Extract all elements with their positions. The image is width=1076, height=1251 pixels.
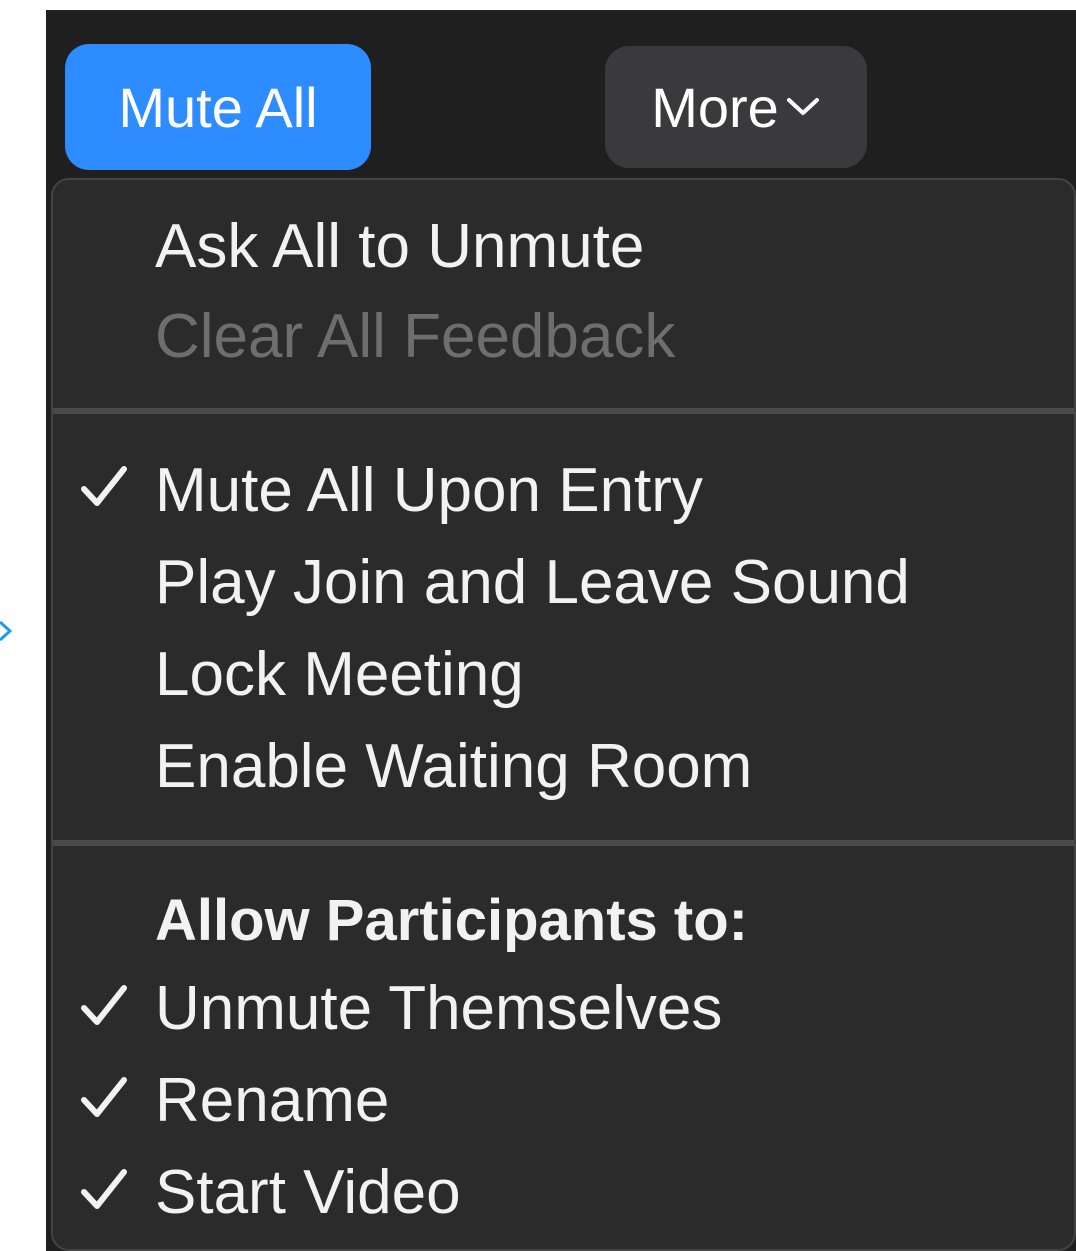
arrow-pointer-icon xyxy=(0,620,13,642)
menu-separator xyxy=(53,408,1074,414)
menu-item-rename[interactable]: Rename xyxy=(155,1070,389,1132)
checkmark-icon xyxy=(81,1169,127,1209)
allow-participants-header: Allow Participants to: xyxy=(155,888,748,953)
checkmark-icon xyxy=(81,1077,127,1117)
more-button[interactable]: More xyxy=(605,46,867,168)
menu-separator xyxy=(53,840,1074,846)
more-label: More xyxy=(651,75,779,139)
menu-item-play-join-leave-sound[interactable]: Play Join and Leave Sound xyxy=(155,552,910,614)
mute-all-label: Mute All xyxy=(118,75,318,139)
chevron-down-icon xyxy=(786,98,819,115)
menu-item-start-video[interactable]: Start Video xyxy=(155,1162,461,1224)
participants-panel: Mute All More Ask All to Unmute Clear Al… xyxy=(46,10,1076,1251)
menu-item-ask-all-to-unmute[interactable]: Ask All to Unmute xyxy=(155,216,644,278)
more-dropdown-menu: Ask All to Unmute Clear All Feedback Mut… xyxy=(51,178,1076,1251)
zoom-participants-more-menu-screenshot: Mute All More Ask All to Unmute Clear Al… xyxy=(0,0,1076,1251)
menu-item-enable-waiting-room[interactable]: Enable Waiting Room xyxy=(155,736,752,798)
menu-item-unmute-themselves[interactable]: Unmute Themselves xyxy=(155,978,722,1040)
menu-item-lock-meeting[interactable]: Lock Meeting xyxy=(155,644,524,706)
menu-item-mute-all-upon-entry[interactable]: Mute All Upon Entry xyxy=(155,460,703,522)
mute-all-button[interactable]: Mute All xyxy=(65,44,371,170)
checkmark-icon xyxy=(81,985,127,1025)
participants-toolbar: Mute All More xyxy=(46,10,1076,180)
menu-item-clear-all-feedback: Clear All Feedback xyxy=(155,302,676,371)
checkmark-icon xyxy=(81,466,127,506)
